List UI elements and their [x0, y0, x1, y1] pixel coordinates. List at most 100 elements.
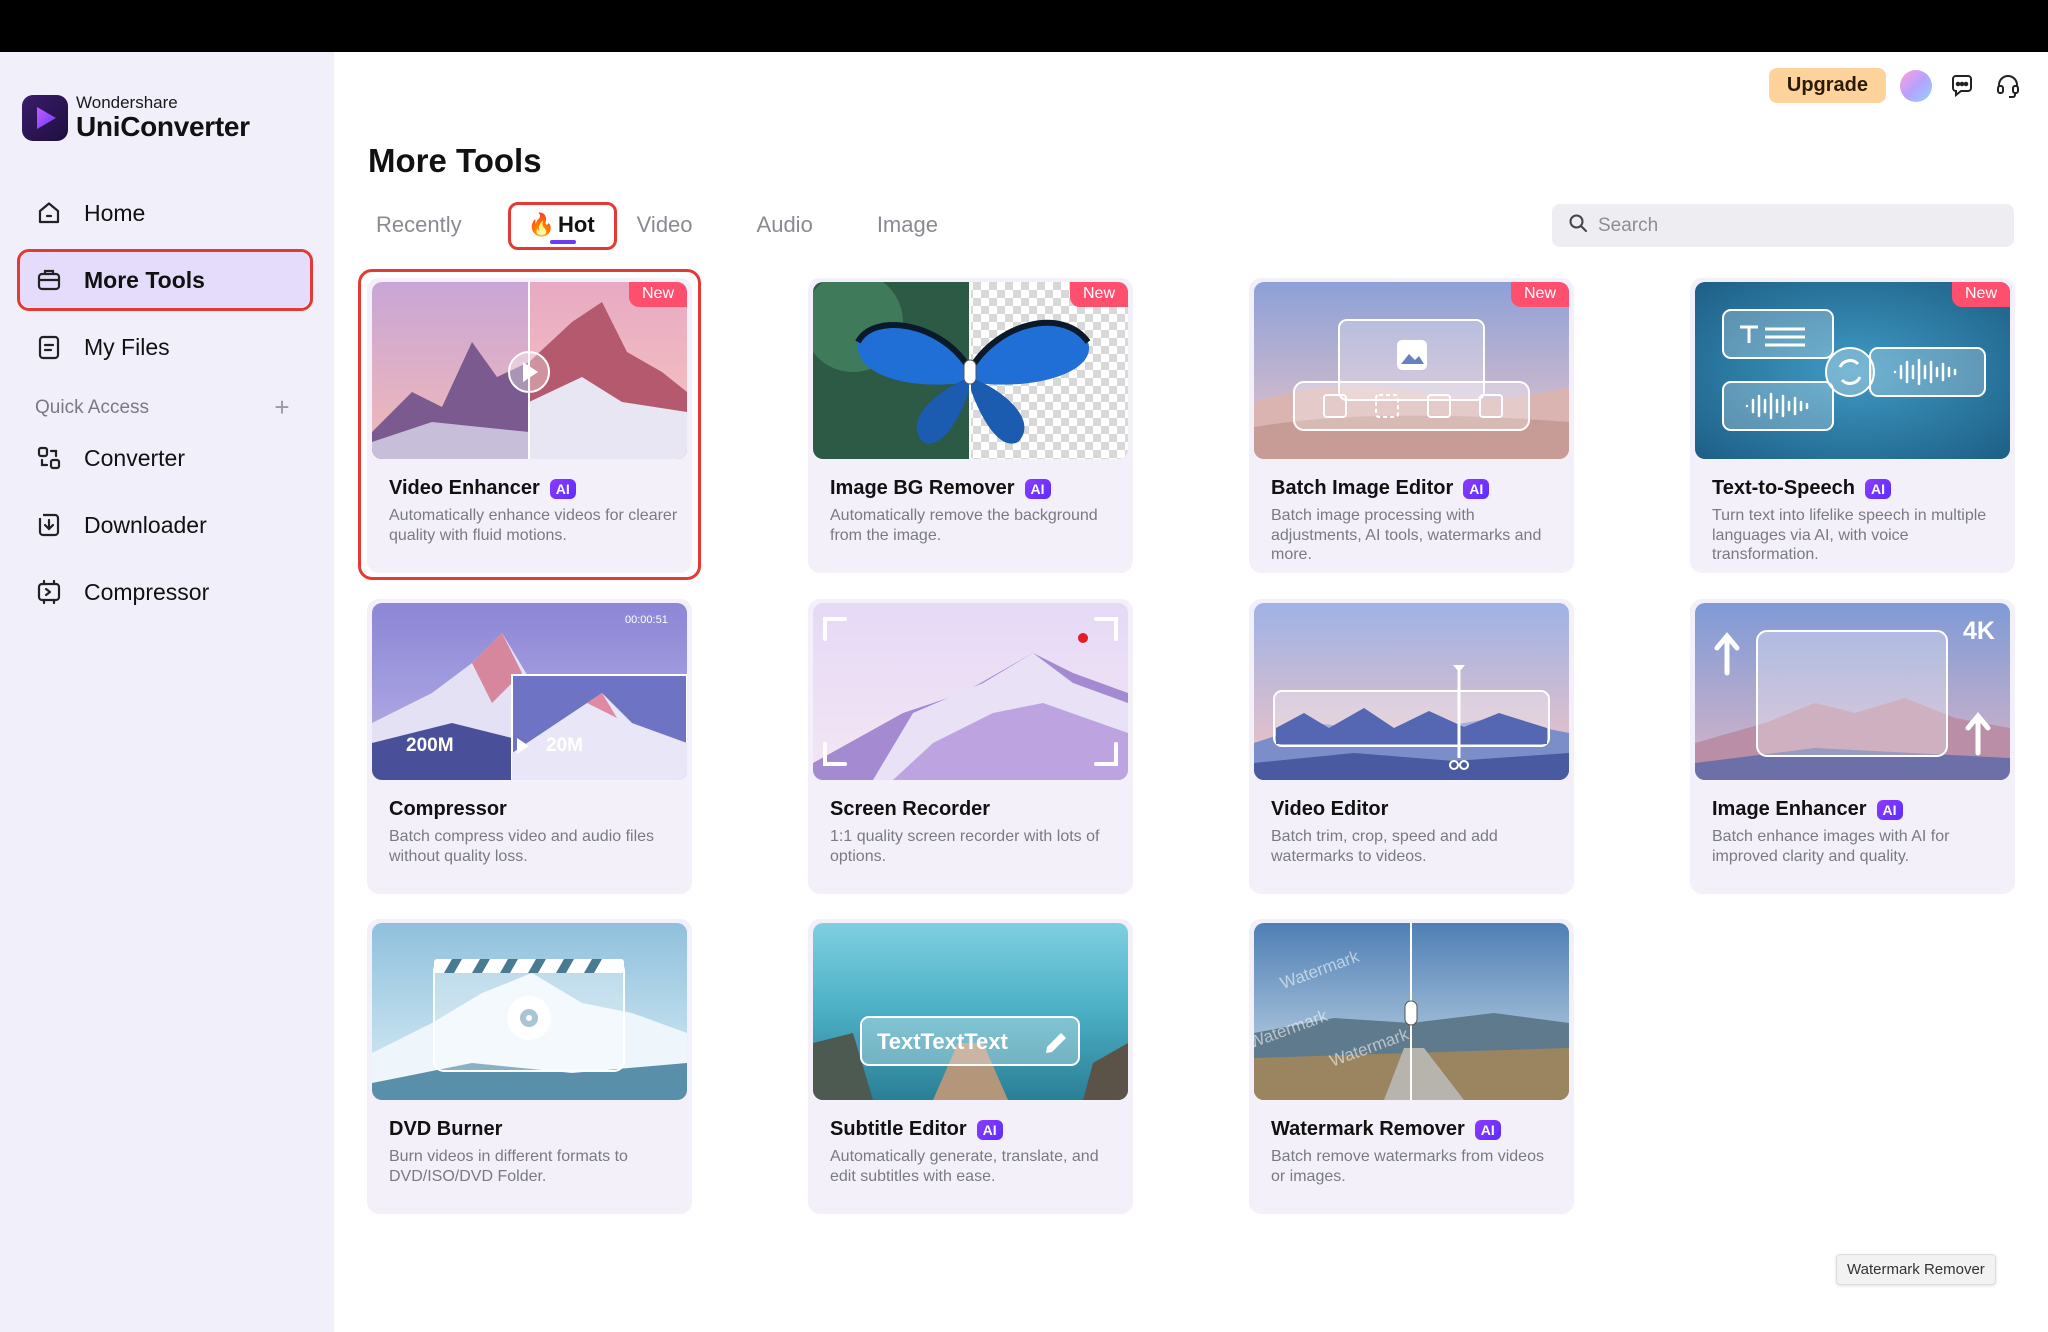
card-title: Image BG Remover [830, 477, 1015, 499]
watermark-remover-thumbnail: Watermark Watermark Watermark [1254, 923, 1569, 1100]
card-description: 1:1 quality screen recorder with lots of… [830, 828, 1100, 865]
sidebar-item-label: Home [84, 199, 146, 226]
brand-name: UniConverter [76, 111, 250, 142]
downloader-icon [34, 510, 64, 540]
tool-card-screen-recorder[interactable]: Screen Recorder 1:1 quality screen recor… [808, 599, 1133, 894]
app-logo: Wondershare UniConverter [22, 94, 250, 142]
card-description: Batch remove watermarks from videos or i… [1271, 1148, 1544, 1185]
card-title: Image Enhancer [1712, 798, 1867, 820]
sidebar-item-home[interactable]: Home [20, 185, 310, 241]
card-title: Video Editor [1271, 798, 1389, 820]
chat-icon[interactable] [1946, 70, 1978, 102]
toolbox-icon [34, 265, 64, 295]
sidebar-item-label: Converter [84, 444, 185, 471]
page-title: More Tools [368, 142, 542, 179]
tab-hot[interactable]: 🔥 Hot [507, 202, 617, 250]
sidebar-item-converter[interactable]: Converter [20, 430, 310, 486]
compressor-thumbnail: 200M 20M 00:00:51 [372, 603, 687, 780]
ai-badge: AI [1463, 478, 1490, 499]
new-badge: New [1510, 282, 1569, 307]
tab-video[interactable]: Video [629, 206, 701, 244]
sidebar-item-compressor[interactable]: Compressor [20, 564, 310, 620]
tool-card-subtitle-editor[interactable]: TextTextText Subtitle Editor AI Automatic… [808, 919, 1133, 1214]
search-icon [1568, 213, 1588, 238]
card-title: Batch Image Editor [1271, 477, 1454, 499]
tab-recently[interactable]: Recently [368, 206, 470, 244]
tool-card-image-enhancer[interactable]: 4K Image Enhancer AI Batch enhance images… [1690, 599, 2015, 894]
card-title: DVD Burner [389, 1118, 503, 1140]
card-title: Compressor [389, 798, 507, 820]
card-description: Automatically generate, translate, and e… [830, 1148, 1099, 1185]
sidebar-item-more-tools[interactable]: More Tools [17, 249, 313, 311]
card-title: Screen Recorder [830, 798, 991, 820]
ai-badge: AI [1864, 478, 1891, 499]
ai-badge: AI [1024, 478, 1051, 499]
new-badge: New [1951, 282, 2010, 307]
search-box [1552, 204, 2014, 247]
image-enhancer-thumbnail: 4K [1695, 603, 2010, 780]
tab-image[interactable]: Image [869, 206, 946, 244]
image-enhancer-4k-label: 4K [1963, 617, 1995, 645]
compressor-icon [34, 577, 64, 607]
sidebar-item-label: My Files [84, 333, 170, 360]
ai-badge: AI [976, 1119, 1003, 1140]
flame-icon: 🔥 [527, 212, 555, 237]
brand-small: Wondershare [76, 93, 178, 112]
dvd-burner-thumbnail [372, 923, 687, 1100]
card-description: Batch image processing with adjustments,… [1271, 507, 1542, 563]
card-description: Automatically remove the background from… [830, 507, 1098, 544]
uniconverter-logo-icon [22, 95, 68, 141]
sidebar-item-label: Compressor [84, 578, 210, 605]
compressor-before-size: 200M [406, 735, 454, 756]
tab-hot-label: Hot [558, 212, 595, 237]
sidebar-item-downloader[interactable]: Downloader [20, 497, 310, 553]
tool-card-dvd-burner[interactable]: DVD Burner Burn videos in different form… [367, 919, 692, 1214]
screen-recorder-thumbnail [813, 603, 1128, 780]
ai-badge: AI [1474, 1119, 1501, 1140]
tab-active-indicator [549, 240, 576, 244]
category-tabs: Recently 🔥 Hot Video Audio Image [368, 202, 994, 250]
file-icon [34, 332, 64, 362]
tooltip: Watermark Remover [1836, 1254, 1996, 1285]
tool-card-video-editor[interactable]: Video Editor Batch trim, crop, speed and… [1249, 599, 1574, 894]
card-title: Subtitle Editor [830, 1118, 967, 1140]
new-badge: New [1069, 282, 1128, 307]
image-bg-remover-thumbnail: New [813, 282, 1128, 459]
sidebar: Wondershare UniConverter Home More Tools… [0, 52, 334, 1332]
batch-image-editor-thumbnail: New [1254, 282, 1569, 459]
converter-icon [34, 443, 64, 473]
card-description: Burn videos in different formats to DVD/… [389, 1148, 628, 1185]
card-title: Watermark Remover [1271, 1118, 1465, 1140]
card-description: Batch trim, crop, speed and add watermar… [1271, 828, 1498, 865]
home-icon [34, 198, 64, 228]
tool-card-batch-image-editor[interactable]: New Batch Image Editor AI Batch image pro… [1249, 278, 1574, 573]
ai-badge: AI [1876, 799, 1903, 820]
header-actions: Upgrade [1768, 68, 2024, 103]
subtitle-sample-text: TextTextText [877, 1029, 1008, 1054]
tool-card-image-bg-remover[interactable]: New Image BG Remover AI Automatically rem… [808, 278, 1133, 573]
text-to-speech-thumbnail: New [1695, 282, 2010, 459]
compressor-after-size: 20M [546, 735, 583, 756]
tool-card-compressor[interactable]: 200M 20M 00:00:51 Compressor Batch compr… [367, 599, 692, 894]
avatar[interactable] [1900, 69, 1932, 102]
card-description: Batch enhance images with AI for improve… [1712, 828, 1950, 865]
search-input[interactable] [1598, 214, 1998, 237]
selection-highlight [358, 269, 701, 580]
subtitle-editor-thumbnail: TextTextText [813, 923, 1128, 1100]
sidebar-item-label: Downloader [84, 511, 207, 538]
sidebar-item-my-files[interactable]: My Files [20, 319, 310, 375]
tool-card-watermark-remover[interactable]: Watermark Watermark Watermark Watermark … [1249, 919, 1574, 1214]
quick-access-label: Quick Access [35, 397, 150, 418]
card-description: Turn text into lifelike speech in multip… [1712, 507, 1987, 563]
video-editor-thumbnail [1254, 603, 1569, 780]
compressor-timestamp: 00:00:51 [625, 614, 668, 626]
card-title: Text-to-Speech [1712, 477, 1855, 499]
add-quick-access-button[interactable]: + [270, 392, 294, 423]
upgrade-button[interactable]: Upgrade [1768, 68, 1886, 103]
sidebar-item-label: More Tools [84, 266, 205, 293]
card-description: Batch compress video and audio files wit… [389, 828, 655, 865]
headset-support-icon[interactable] [1992, 70, 2024, 102]
tool-card-text-to-speech[interactable]: New Text-to-Speech AI Turn text into life… [1690, 278, 2015, 573]
window-top-bar [0, 0, 2048, 52]
tab-audio[interactable]: Audio [749, 206, 821, 244]
